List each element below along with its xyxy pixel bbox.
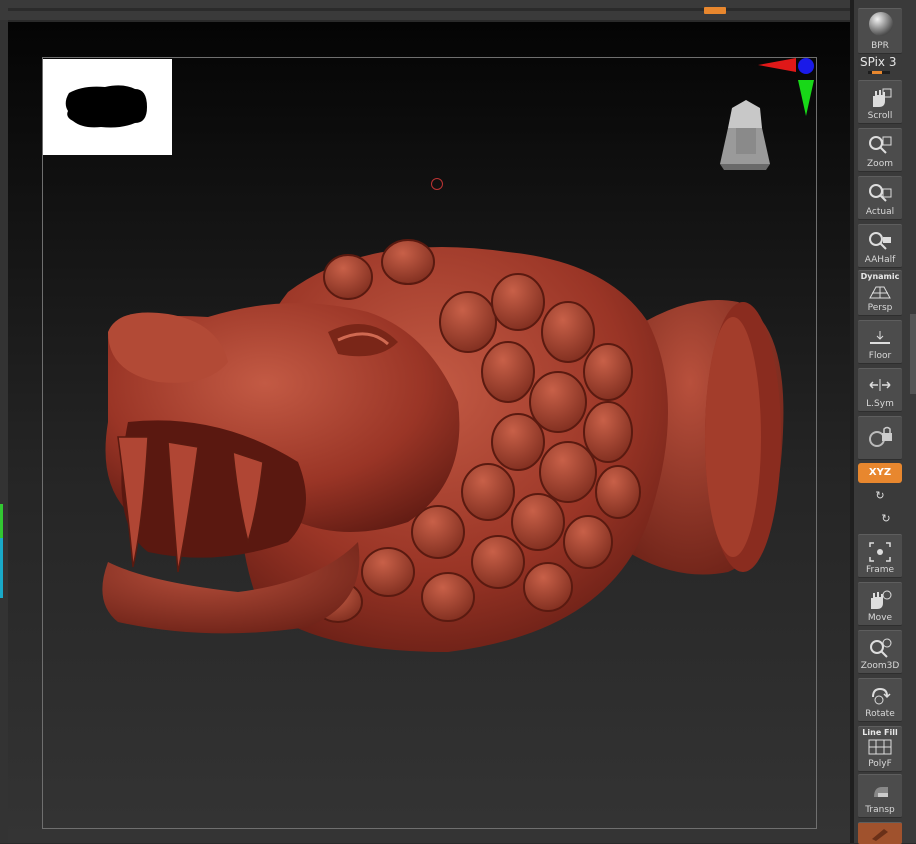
aahalf-button[interactable]: AAHalf — [858, 224, 902, 268]
spix-fill — [872, 71, 882, 74]
shelf-scroll-handle[interactable] — [910, 314, 916, 394]
persp-label: Persp — [867, 303, 893, 313]
floor-button[interactable]: Floor — [858, 320, 902, 364]
brush-icon — [872, 829, 888, 841]
polygon-grid-icon — [868, 739, 892, 755]
left-tray-edge — [0, 20, 8, 843]
left-indicator-cyan — [0, 538, 3, 598]
rotate-label: Rotate — [865, 709, 895, 719]
timeline-marker[interactable] — [704, 7, 726, 14]
lsym-button[interactable]: L.Sym — [858, 368, 902, 412]
move-label: Move — [867, 613, 893, 623]
polyf-label: PolyF — [868, 759, 892, 769]
bpr-sphere-icon — [869, 12, 893, 36]
rotate-icon — [872, 687, 891, 705]
ghost-button[interactable] — [858, 822, 902, 844]
top-timeline-bar — [0, 0, 850, 20]
rotate-z-icon[interactable]: ↻ — [879, 512, 893, 526]
persp-button[interactable]: Dynamic Persp — [858, 270, 902, 316]
spix-track[interactable] — [868, 71, 890, 74]
zoom-label: Zoom — [867, 159, 893, 169]
left-indicator-green — [0, 504, 3, 538]
frame-button[interactable]: Frame — [858, 534, 902, 578]
floor-icon — [870, 331, 890, 344]
lock-icon — [869, 426, 892, 447]
actual-button[interactable]: Actual — [858, 176, 902, 220]
hand-icon — [871, 590, 892, 609]
brush-cursor — [431, 178, 443, 190]
frame-label: Frame — [865, 565, 895, 575]
scroll-label: Scroll — [867, 111, 893, 121]
local-lock-button[interactable] — [858, 416, 902, 460]
zoom-button[interactable]: Zoom — [858, 128, 902, 172]
bpr-label: BPR — [871, 41, 889, 51]
silhouette-thumbnail — [43, 59, 172, 155]
magnifier-icon — [870, 638, 892, 658]
rotate-y-icon[interactable]: ↻ — [873, 489, 887, 503]
lsym-label: L.Sym — [866, 399, 894, 409]
polyf-button[interactable]: Line Fill PolyF — [858, 726, 902, 772]
xyz-rotate-button[interactable]: XYZ — [858, 463, 902, 483]
axis-z-dot — [798, 58, 814, 74]
transp-button[interactable]: Transp — [858, 774, 902, 818]
frame-icon — [869, 542, 891, 562]
zoom3d-label: Zoom3D — [860, 661, 900, 671]
hand-icon — [873, 88, 892, 107]
viewport-canvas[interactable] — [8, 22, 850, 843]
lion-head-sculpt[interactable] — [88, 222, 808, 662]
floor-label: Floor — [868, 351, 892, 361]
magnifier-icon — [869, 184, 892, 202]
axis-y-arrow — [798, 80, 814, 116]
scroll-button[interactable]: Scroll — [858, 80, 902, 124]
transparency-icon — [874, 787, 888, 797]
rotate-button[interactable]: Rotate — [858, 678, 902, 722]
aahalf-label: AAHalf — [864, 255, 896, 265]
right-shelf: BPR SPix 3 Scroll Zoom Actual AAHalf Dyn… — [854, 0, 916, 844]
symmetry-arrows-icon — [869, 379, 891, 391]
zoom3d-button[interactable]: Zoom3D — [858, 630, 902, 674]
move-button[interactable]: Move — [858, 582, 902, 626]
transp-label: Transp — [865, 805, 895, 815]
axis-x-arrow — [758, 58, 796, 72]
dynamic-label: Dynamic — [860, 272, 900, 281]
line-fill-label: Line Fill — [862, 728, 898, 737]
spix-label: SPix 3 — [860, 55, 897, 69]
spix-slider[interactable]: SPix 3 — [860, 55, 900, 74]
bpr-button[interactable]: BPR — [858, 8, 902, 54]
navigation-cube[interactable] — [712, 98, 774, 172]
xyz-label: XYZ — [868, 467, 892, 478]
actual-label: Actual — [865, 207, 895, 217]
magnifier-icon — [869, 232, 891, 250]
perspective-grid-icon — [869, 286, 891, 299]
magnifier-icon — [869, 136, 892, 154]
